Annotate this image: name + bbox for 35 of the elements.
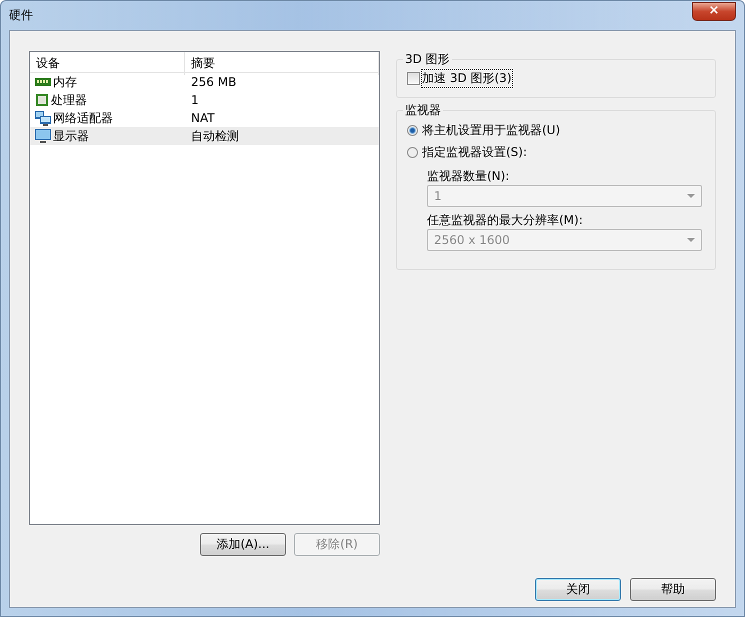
close-dialog-button[interactable]: 关闭 xyxy=(535,578,621,601)
device-row[interactable]: 处理器 1 xyxy=(30,91,379,109)
device-summary: NAT xyxy=(190,111,216,125)
device-summary: 256 MB xyxy=(190,75,238,89)
caret-icon xyxy=(687,238,695,242)
device-name: 显示器 xyxy=(53,128,89,144)
radio-button[interactable] xyxy=(407,146,418,158)
window-title: 硬件 xyxy=(9,7,33,24)
checkbox[interactable] xyxy=(407,72,420,85)
network-icon xyxy=(35,110,51,126)
radio-label: 将主机设置用于监视器(U) xyxy=(422,122,560,138)
device-row[interactable]: 内存 256 MB xyxy=(30,73,379,91)
field-label: 监视器数量(N): xyxy=(427,168,510,185)
column-header[interactable]: 设备 xyxy=(30,52,185,75)
device-row[interactable]: 显示器 自动检测 xyxy=(30,127,379,145)
device-name: 网络适配器 xyxy=(53,110,113,126)
group-title: 监视器 xyxy=(404,102,442,119)
chip-icon xyxy=(35,93,49,107)
memory-icon xyxy=(35,76,51,88)
device-name: 处理器 xyxy=(51,92,87,108)
device-name: 内存 xyxy=(53,74,77,90)
add-button[interactable]: 添加(A)... xyxy=(200,533,286,556)
checkbox-label: 加速 3D 图形(3) xyxy=(422,70,512,87)
caret-icon xyxy=(687,194,695,198)
close-button[interactable]: × xyxy=(692,2,736,20)
column-header[interactable]: 摘要 xyxy=(185,52,379,75)
device-row[interactable]: 网络适配器 NAT xyxy=(30,109,379,127)
monitor-icon xyxy=(35,128,51,144)
radio-button[interactable] xyxy=(407,124,418,136)
help-button[interactable]: 帮助 xyxy=(630,578,716,601)
group-title: 3D 图形 xyxy=(404,51,451,68)
field-label: 任意监视器的最大分辨率(M): xyxy=(427,212,584,229)
radio-label: 指定监视器设置(S): xyxy=(422,144,528,160)
device-summary: 1 xyxy=(190,93,200,107)
device-summary: 自动检测 xyxy=(190,128,240,144)
